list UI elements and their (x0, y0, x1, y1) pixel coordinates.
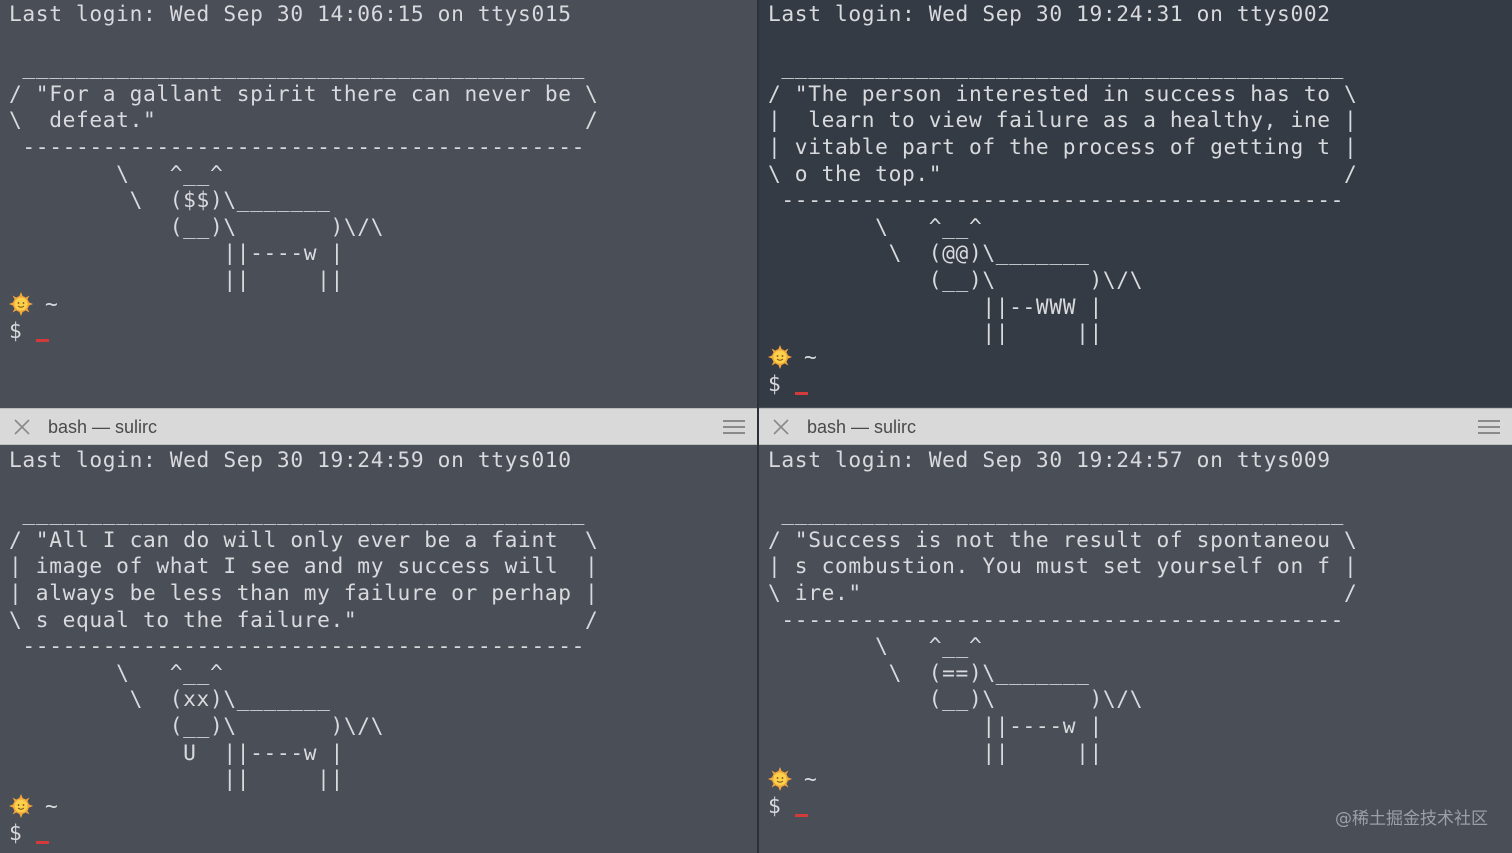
tab-bar-left: bash — sulirc (0, 408, 757, 445)
prompt-dir-line: ~ (768, 766, 817, 793)
hamburger-menu-icon[interactable] (1478, 419, 1500, 435)
prompt-dir-line: ~ (9, 793, 58, 820)
terminal-pane-bottom-left[interactable]: Last login: Wed Sep 30 19:24:59 on ttys0… (0, 446, 757, 853)
terminal-output: Last login: Wed Sep 30 19:24:57 on ttys0… (768, 447, 1358, 765)
prompt-symbol: $ (9, 317, 22, 343)
terminal-window: Last login: Wed Sep 30 14:06:15 on ttys0… (0, 0, 1512, 853)
prompt-directory: ~ (804, 344, 817, 369)
terminal-output: Last login: Wed Sep 30 19:24:31 on ttys0… (768, 1, 1358, 346)
tab-title[interactable]: bash — sulirc (48, 417, 157, 437)
prompt-symbol: $ (9, 819, 22, 845)
prompt-input-line[interactable]: $ (768, 371, 817, 398)
tab-bar-right: bash — sulirc (759, 408, 1512, 445)
sun-face-icon (768, 767, 792, 791)
prompt-dir-line: ~ (768, 344, 817, 371)
prompt-area: ~ $ (9, 291, 58, 344)
prompt-area: ~ $ (768, 766, 817, 819)
prompt-input-line[interactable]: $ (9, 820, 58, 847)
close-icon[interactable] (771, 417, 791, 437)
prompt-symbol: $ (768, 792, 781, 818)
hamburger-menu-icon[interactable] (723, 419, 745, 435)
sun-face-icon (768, 345, 792, 369)
terminal-output: Last login: Wed Sep 30 14:06:15 on ttys0… (9, 1, 599, 292)
prompt-directory: ~ (804, 766, 817, 791)
close-icon[interactable] (12, 417, 32, 437)
prompt-area: ~ $ (768, 344, 817, 397)
prompt-dir-line: ~ (9, 291, 58, 318)
text-cursor (35, 338, 49, 342)
terminal-output: Last login: Wed Sep 30 19:24:59 on ttys0… (9, 447, 599, 792)
terminal-pane-top-right[interactable]: Last login: Wed Sep 30 19:24:31 on ttys0… (759, 0, 1512, 407)
sun-face-icon (9, 794, 33, 818)
prompt-input-line[interactable]: $ (768, 793, 817, 820)
terminal-pane-bottom-right[interactable]: Last login: Wed Sep 30 19:24:57 on ttys0… (759, 446, 1512, 853)
prompt-input-line[interactable]: $ (9, 318, 58, 345)
watermark: @稀土掘金技术社区 (1335, 809, 1488, 829)
sun-face-icon (9, 292, 33, 316)
prompt-area: ~ $ (9, 793, 58, 846)
prompt-directory: ~ (45, 793, 58, 818)
text-cursor (794, 813, 808, 817)
tab-title[interactable]: bash — sulirc (807, 417, 916, 437)
prompt-directory: ~ (45, 291, 58, 316)
text-cursor (794, 391, 808, 395)
prompt-symbol: $ (768, 370, 781, 396)
terminal-pane-top-left[interactable]: Last login: Wed Sep 30 14:06:15 on ttys0… (0, 0, 757, 407)
text-cursor (35, 840, 49, 844)
